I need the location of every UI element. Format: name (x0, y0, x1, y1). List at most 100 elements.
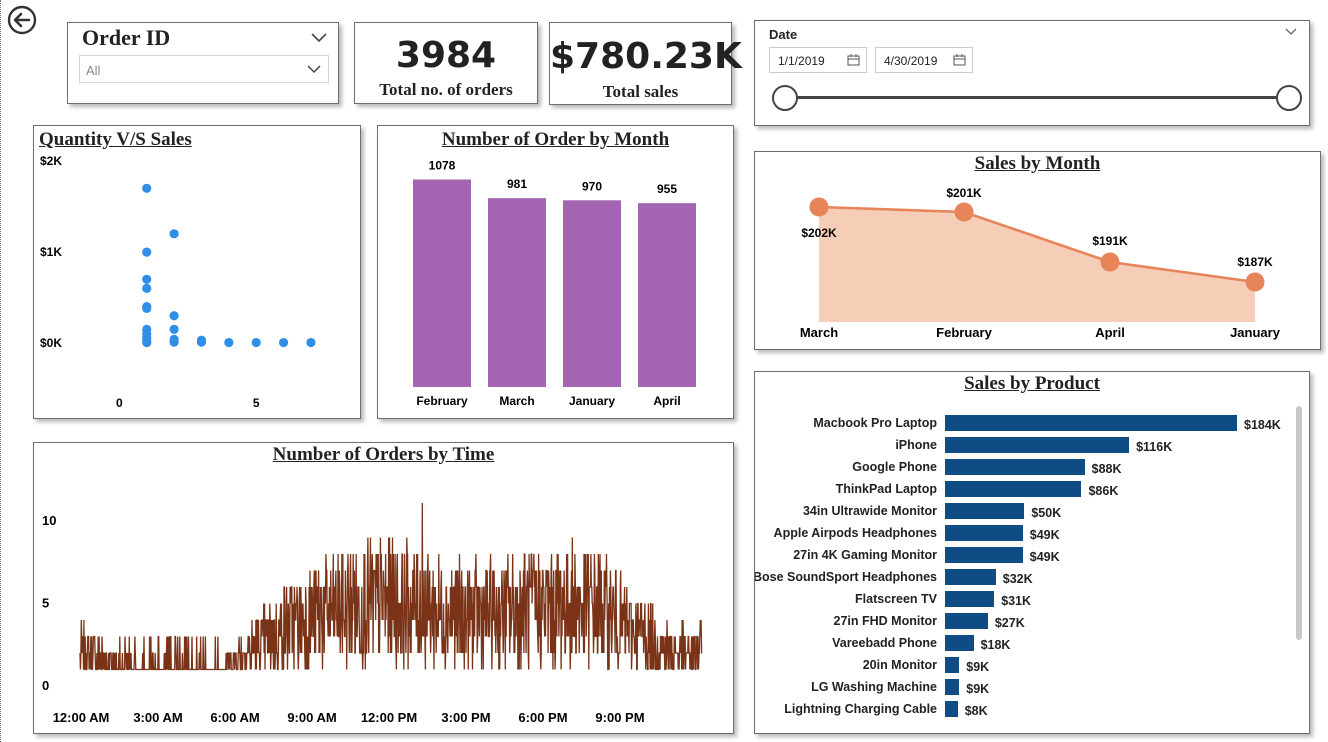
scatter-point (169, 337, 179, 347)
month-category-label: March (499, 394, 534, 408)
scatter-point (251, 337, 261, 348)
scatter-point (142, 183, 152, 193)
sales-month-marker (954, 202, 974, 222)
time-x-tick-label: 3:00 AM (133, 710, 182, 725)
product-value-label: $9K (966, 660, 990, 674)
month-bar (638, 203, 696, 387)
product-label: Bose SoundSport Headphones (754, 570, 937, 584)
product-label: 20in Monitor (862, 658, 937, 672)
sales-month-category-label: March (800, 325, 838, 340)
scatter-point (306, 337, 316, 348)
product-label: Lightning Charging Cable (784, 702, 937, 716)
time-x-tick-label: 9:00 PM (595, 710, 644, 725)
month-bar (413, 179, 471, 387)
y-tick-label: $1K (40, 245, 62, 259)
product-label: 27in 4K Gaming Monitor (793, 548, 937, 562)
product-label: Vareebadd Phone (832, 636, 937, 650)
qty-vs-sales-chart: $0K $1K $2K 0 5 (40, 154, 316, 410)
product-bar (945, 569, 996, 585)
date-range-end-handle[interactable] (1276, 85, 1302, 111)
y-tick-label: $0K (40, 336, 62, 350)
total-orders-card: 3984 Total no. of orders (354, 22, 538, 104)
x-tick-label: 5 (253, 396, 260, 410)
product-value-label: $184K (1244, 418, 1281, 432)
sales-by-month-chart: $202K March $201K February $191K April $187K Ja… (800, 186, 1281, 340)
product-label: Apple Airpods Headphones (773, 526, 937, 540)
time-y-tick-label: 0 (42, 678, 49, 693)
sales-month-category-label: January (1230, 325, 1281, 340)
qty-vs-sales-card: Quantity V/S Sales $0K $1K $2K 0 5 (33, 125, 361, 419)
product-value-label: $9K (966, 682, 990, 696)
scatter-point (196, 337, 207, 347)
total-sales-card: $780.23K Total sales (549, 22, 742, 105)
scatter-point (278, 337, 289, 348)
product-bar (945, 481, 1082, 497)
month-bar (563, 200, 621, 387)
calendar-icon[interactable] (953, 54, 966, 66)
product-bar (945, 459, 1085, 475)
product-bar (945, 613, 988, 629)
calendar-icon[interactable] (847, 54, 860, 66)
product-bar (945, 635, 974, 651)
date-range-track (785, 96, 1289, 99)
month-bar-value-label: 1078 (429, 158, 456, 172)
scatter-point (142, 274, 152, 284)
product-value-label: $49K (1029, 528, 1060, 542)
month-category-label: April (653, 394, 680, 408)
product-label: Macbook Pro Laptop (813, 416, 937, 430)
chevron-down-icon[interactable] (310, 32, 328, 44)
product-label: 34in Ultrawide Monitor (802, 504, 937, 518)
scatter-point (142, 247, 152, 257)
product-value-label: $27K (994, 616, 1025, 630)
product-label: iPhone (895, 438, 937, 452)
product-bar (945, 679, 960, 695)
product-value-label: $31K (1001, 594, 1032, 608)
product-label: Google Phone (852, 460, 937, 474)
chevron-down-icon (307, 65, 321, 74)
scatter-point (169, 229, 179, 239)
time-x-tick-label: 6:00 PM (518, 710, 567, 725)
product-bar (945, 591, 995, 607)
order-id-selected-value: All (86, 63, 101, 78)
product-bar (945, 415, 1237, 431)
product-value-label: $88K (1091, 462, 1122, 476)
date-range-start-handle[interactable] (772, 85, 798, 111)
sales-by-month-card: Sales by Month $202K March $201K February $1… (754, 151, 1321, 350)
orders-by-time-card: Number of Orders by Time 0 5 10 12:00 AM 3:0… (33, 442, 734, 734)
end-date-value: 4/30/2019 (884, 54, 938, 68)
chevron-down-icon[interactable] (1285, 28, 1297, 36)
sales-month-value-label: $191K (1092, 234, 1128, 248)
order-id-title: Order ID (82, 25, 171, 50)
sales-month-value-label: $187K (1237, 255, 1273, 269)
scatter-point (142, 283, 152, 293)
product-value-label: $32K (1002, 572, 1033, 586)
x-tick-label: 0 (116, 396, 123, 410)
sales-by-product-card: Sales by Product Macbook Pro Laptop $184K… (754, 371, 1310, 734)
orders-by-month-chart: 1078 February 981 March 970 January 955 April (413, 158, 696, 408)
product-value-label: $8K (964, 704, 988, 718)
product-bar (945, 657, 960, 673)
sales-area-fill (819, 207, 1255, 322)
end-date-input[interactable]: 4/30/2019 (875, 47, 973, 73)
month-category-label: January (569, 394, 615, 408)
product-bar (945, 701, 958, 717)
month-bar (488, 198, 546, 387)
product-value-label: $50K (1031, 506, 1062, 520)
order-id-dropdown[interactable]: All (79, 55, 329, 83)
start-date-value: 1/1/2019 (778, 54, 825, 68)
time-y-tick-label: 5 (42, 596, 49, 611)
product-value-label: $116K (1136, 440, 1173, 454)
back-arrow-icon[interactable] (6, 4, 38, 36)
product-bar (945, 525, 1023, 541)
product-value-label: $86K (1088, 484, 1119, 498)
product-scrollbar[interactable] (1296, 406, 1302, 640)
product-bar (945, 503, 1025, 519)
product-label: 27in FHD Monitor (833, 614, 937, 628)
scatter-point (224, 337, 234, 348)
orders-by-time-chart: 0 5 10 12:00 AM 3:00 AM 6:00 AM 9:00 AM 12:00 P… (42, 502, 703, 725)
start-date-input[interactable]: 1/1/2019 (769, 47, 867, 73)
sales-month-category-label: April (1095, 325, 1125, 340)
month-category-label: February (416, 394, 468, 408)
sales-month-marker (1100, 252, 1120, 272)
orders-by-month-card: Number of Order by Month 1078 February 981… (377, 125, 734, 419)
